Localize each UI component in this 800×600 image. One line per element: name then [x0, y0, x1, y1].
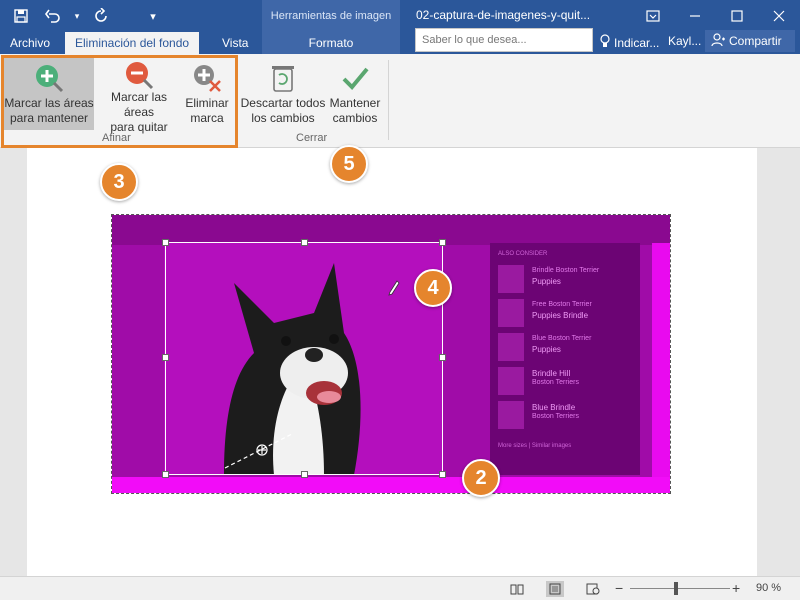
resize-handle-top-right[interactable]	[439, 239, 446, 246]
resize-handle-left[interactable]	[162, 354, 169, 361]
tab-formato[interactable]: Formato	[262, 32, 400, 54]
resize-handle-bottom[interactable]	[301, 471, 308, 478]
discard-label-1: Descartar todos	[240, 96, 326, 110]
item-subtitle: Brindle Boston Terrier	[532, 267, 600, 274]
item-title: Puppies	[532, 345, 561, 354]
quick-access-toolbar: ▾ ▾	[8, 4, 166, 28]
item-title: Puppies Brindle	[532, 311, 589, 320]
tab-eliminacion-del-fondo[interactable]: Eliminación del fondo	[65, 32, 200, 54]
picture-tools-context-label: Herramientas de imagen	[262, 0, 400, 32]
discard-label-2: los cambios	[251, 111, 315, 125]
item-subtitle: Boston Terriers	[532, 413, 579, 420]
resize-handle-top[interactable]	[301, 239, 308, 246]
list-item: Free Boston Terrier Puppies Brindle	[498, 299, 638, 327]
vertical-scrollbar[interactable]	[786, 148, 800, 576]
thumbnail	[498, 367, 524, 395]
web-layout-icon[interactable]	[584, 581, 602, 597]
resize-handle-right[interactable]	[439, 354, 446, 361]
ribbon-display-icon[interactable]	[632, 0, 674, 32]
screenshot-browser-chrome	[112, 215, 670, 245]
zoom-slider[interactable]	[630, 588, 730, 589]
redo-icon[interactable]	[88, 4, 114, 28]
thumbnail	[498, 333, 524, 361]
keep-changes-icon	[337, 60, 373, 96]
removed-area-bottom	[112, 477, 670, 493]
document-title: 02-captura-de-imagenes-y-quit...	[416, 8, 591, 22]
item-subtitle: Boston Terriers	[532, 379, 579, 386]
share-button[interactable]: Compartir	[705, 30, 795, 52]
customize-qat-icon[interactable]: ▾	[140, 4, 166, 28]
person-add-icon	[711, 32, 725, 50]
callout-3: 3	[100, 163, 138, 201]
list-item: Blue Brindle Boston Terriers	[498, 401, 638, 429]
restore-icon[interactable]	[716, 0, 758, 32]
keep-changes-label-2: cambios	[332, 111, 378, 125]
discard-icon	[265, 60, 301, 96]
resize-handle-bottom-right[interactable]	[439, 471, 446, 478]
resize-handle-bottom-left[interactable]	[162, 471, 169, 478]
removed-area-edge	[652, 243, 670, 493]
zoom-slider-thumb[interactable]	[674, 582, 678, 595]
save-icon[interactable]	[8, 4, 34, 28]
read-mode-icon[interactable]	[508, 581, 526, 597]
thumbnail	[498, 299, 524, 327]
panel-footer-links: More sizes | Similar images	[498, 443, 572, 449]
item-subtitle: Free Boston Terrier	[532, 301, 592, 308]
tell-me-search-input[interactable]: Saber lo que desea...	[415, 28, 593, 52]
zoom-out-button[interactable]: −	[615, 580, 623, 596]
keep-changes-button[interactable]: Mantener cambios	[326, 58, 384, 130]
item-title: Puppies	[532, 277, 561, 286]
callout-5: 5	[330, 145, 368, 183]
undo-dropdown-icon[interactable]: ▾	[72, 4, 82, 28]
status-bar: − + 90 %	[0, 576, 800, 600]
thumbnail	[498, 265, 524, 293]
cerrar-group-label: Cerrar	[296, 132, 328, 144]
keep-selection-marquee[interactable]	[165, 242, 443, 475]
thumbnail	[498, 401, 524, 429]
panel-heading: ALSO CONSIDER	[498, 251, 548, 257]
list-item: Brindle Boston Terrier Puppies	[498, 265, 638, 293]
share-label: Compartir	[729, 34, 782, 48]
tell-me-label: Indicar...	[614, 35, 660, 50]
callout-4: 4	[414, 269, 452, 307]
window-controls	[632, 0, 800, 32]
item-title: Brindle Hill	[532, 369, 571, 378]
zoom-in-button[interactable]: +	[732, 580, 740, 596]
tab-archivo[interactable]: Archivo	[0, 32, 60, 54]
afinar-highlight-outline	[1, 55, 238, 148]
similar-images-panel: ALSO CONSIDER Brindle Boston Terrier Pup…	[490, 243, 640, 475]
pencil-cursor-icon	[388, 280, 400, 299]
list-item: Brindle Hill Boston Terriers	[498, 367, 638, 395]
print-layout-icon[interactable]	[546, 581, 564, 597]
tell-me-button[interactable]: Indicar...	[600, 34, 659, 51]
keep-changes-label-1: Mantener	[329, 96, 381, 110]
lightbulb-icon	[600, 34, 610, 51]
undo-icon[interactable]	[40, 4, 66, 28]
discard-all-changes-button[interactable]: Descartar todos los cambios	[240, 58, 326, 130]
user-account[interactable]: Kayl...	[668, 34, 701, 48]
item-subtitle: Blue Boston Terrier	[532, 335, 592, 342]
close-icon[interactable]	[758, 0, 800, 32]
group-separator	[388, 60, 389, 140]
zoom-level[interactable]: 90 %	[756, 582, 781, 594]
title-bar: ▾ ▾ Herramientas de imagen 02-captura-de…	[0, 0, 800, 32]
minimize-icon[interactable]	[674, 0, 716, 32]
callout-2: 2	[462, 459, 500, 497]
item-title: Blue Brindle	[532, 403, 576, 412]
list-item: Blue Boston Terrier Puppies	[498, 333, 638, 361]
resize-handle-top-left[interactable]	[162, 239, 169, 246]
tab-vista[interactable]: Vista	[212, 32, 258, 54]
keep-mark-line	[224, 433, 293, 469]
